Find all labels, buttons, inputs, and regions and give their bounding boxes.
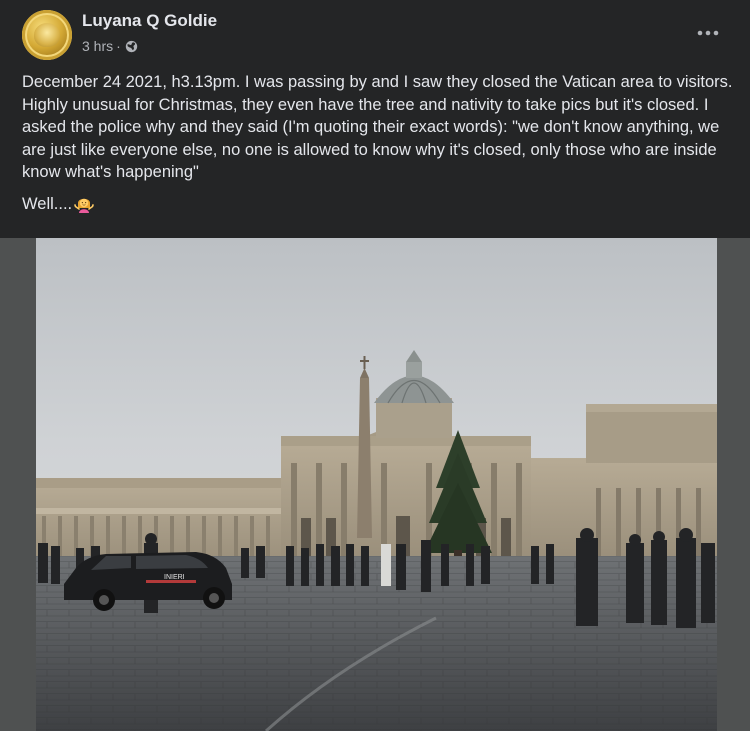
post-text: December 24 2021, h3.13pm. I was passing… bbox=[22, 71, 738, 215]
woman-shrugging-emoji-icon bbox=[74, 194, 94, 214]
globe-icon[interactable] bbox=[125, 40, 138, 53]
police-car-text: INIERI bbox=[164, 574, 185, 581]
post-text-paragraph: December 24 2021, h3.13pm. I was passing… bbox=[22, 73, 733, 181]
author-name[interactable]: Luyana Q Goldie bbox=[82, 11, 217, 31]
post-text-closing-label: Well.... bbox=[22, 194, 73, 213]
meta-separator: · bbox=[116, 38, 121, 54]
post-photo[interactable]: INIERI bbox=[36, 238, 717, 731]
avatar[interactable] bbox=[22, 10, 72, 60]
post-header: Luyana Q Goldie 3 hrs · bbox=[0, 0, 750, 70]
more-horizontal-icon bbox=[697, 30, 719, 36]
avatar-emblem bbox=[34, 23, 60, 47]
post-text-closing: Well.... bbox=[22, 193, 738, 216]
post-timestamp[interactable]: 3 hrs bbox=[82, 38, 113, 54]
more-options-button[interactable] bbox=[690, 20, 726, 46]
post-meta: 3 hrs · bbox=[82, 37, 138, 55]
